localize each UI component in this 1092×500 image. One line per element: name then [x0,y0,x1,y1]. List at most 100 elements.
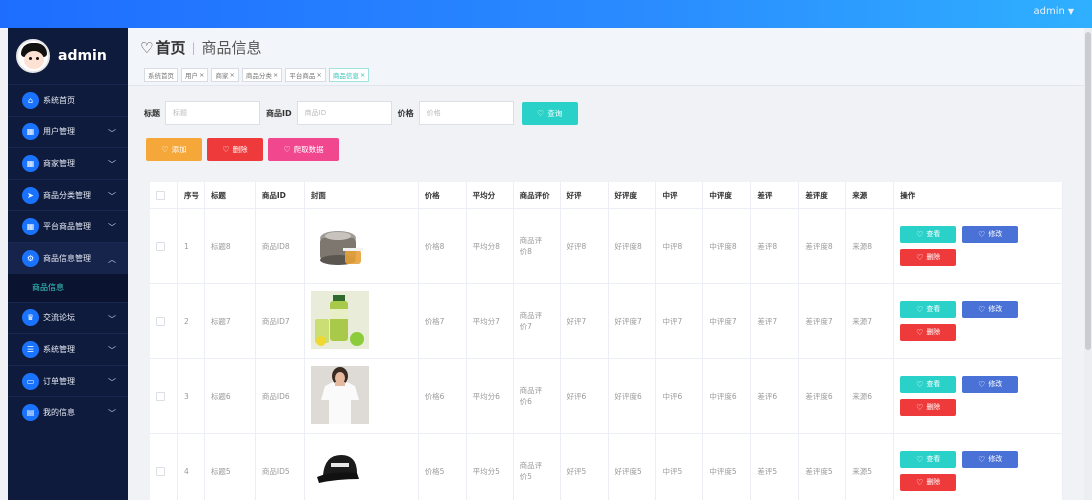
submenu-item-product-info[interactable]: 商品信息 [8,273,128,302]
cell-good: 好评6 [561,359,609,433]
cell-good-rate: 好评度8 [609,209,657,283]
row-checkbox[interactable] [156,241,165,251]
view-button[interactable]: ♡ 查看 [900,451,957,468]
sidebar-item[interactable]: ▦ 平台商品管理 ﹀ [8,210,128,242]
scrollbar-thumb[interactable] [1085,32,1091,350]
cell-bad: 差评8 [751,209,800,283]
delete-button[interactable]: ♡ 删除 [900,249,957,266]
column-header: 平均分 [467,182,514,208]
title-input[interactable]: 标题 [165,101,260,125]
sidebar-menu: ⌂ 系统首页 ▦ 用户管理 ﹀ ▦ 商家管理 ﹀ ➤ 商品分类管理 ﹀ ▦ 平台商品管理 ﹀ ⚙ 商品信息管理… [8,84,128,428]
delete-button[interactable]: ♡ 删除 [900,474,957,491]
column-header: 好评度 [609,182,657,208]
sidebar-item-label: 用户管理 [43,127,75,137]
row-actions: ♡ 查看 ♡ 修改 ♡ 删除 [894,284,1063,358]
cell-bad-rate: 差评度7 [799,284,847,358]
tag-label: 平台商品 [289,72,316,80]
close-icon[interactable]: × [229,71,234,79]
price-input[interactable]: 价格 [418,101,514,125]
tag-label: 商家 [215,72,229,80]
cover-image [310,440,369,500]
tag-item[interactable]: 平台商品 × [285,68,326,82]
close-icon[interactable]: × [273,71,278,79]
avatar [16,39,50,73]
heart-icon: ♡ [978,455,986,464]
table-row: 4 标题5 商品ID5 价格5 平均分5 商品评价5 好评5 好评度5 中评5 中评度5 差评5 差评… [150,434,1063,500]
heart-icon: ♡ [916,328,924,337]
edit-button[interactable]: ♡ 修改 [962,451,1019,468]
cell-source: 来源7 [846,284,895,358]
price-label: 价格 [397,108,414,118]
sidebar-item[interactable]: ▤ 我的信息 ﹀ [8,396,128,428]
product-id-input[interactable]: 商品ID [296,101,392,125]
row-checkbox[interactable] [156,316,165,326]
sidebar-item[interactable]: ▦ 商家管理 ﹀ [8,147,128,179]
view-button[interactable]: ♡ 查看 [900,376,957,393]
sidebar-item-label: 订单管理 [43,376,75,386]
tag-item[interactable]: 商品分类 × [241,68,283,82]
row-checkbox[interactable] [156,466,165,476]
user-menu[interactable]: admin ▼ [1034,6,1075,17]
view-button[interactable]: ♡ 查看 [900,301,957,318]
delete-button[interactable]: ♡ 删除 [900,399,957,416]
row-actions: ♡ 查看 ♡ 修改 ♡ 删除 [894,359,1063,433]
delete-button[interactable]: ♡ 删除 [900,324,957,341]
card-icon: ▤ [22,404,39,422]
column-header: 差评度 [799,182,847,208]
cell-pid: 商品ID6 [256,359,305,433]
close-icon[interactable]: × [199,71,204,79]
breadcrumb-home[interactable]: 首页 [155,37,185,58]
edit-label: 修改 [988,380,1003,388]
close-icon[interactable]: × [360,71,365,79]
sidebar-item[interactable]: ⌂ 系统首页 [8,84,128,116]
column-header: 好评 [561,182,609,208]
view-label: 查看 [926,230,941,238]
sidebar-item[interactable]: ▭ 订单管理 ﹀ [8,364,128,397]
tag-item[interactable]: 用户 × [181,68,209,82]
sidebar-item[interactable]: ⚙ 商品信息管理 ︿ [8,241,128,274]
cell-mid-rate: 中评度8 [703,209,752,283]
view-label: 查看 [926,455,941,463]
edit-button[interactable]: ♡ 修改 [962,376,1019,393]
main-content: ♡ 首页 | 商品信息 系统首页 用户 × 商家 × 商品分类 × 平台商品 × 商品信息 × 标题… [128,28,1092,500]
page-scrollbar[interactable] [1084,28,1092,500]
sidebar-item[interactable]: ☰ 系统管理 ﹀ [8,333,128,365]
heart-icon: ♡ [916,253,924,262]
sidebar-item[interactable]: ♛ 交流论坛 ﹀ [8,301,128,334]
query-button[interactable]: ♡ 查询 [521,101,578,125]
view-button[interactable]: ♡ 查看 [900,226,957,243]
heart-icon: ♡ [916,403,924,412]
page-header: ♡ 首页 | 商品信息 系统首页 用户 × 商家 × 商品分类 × 平台商品 × 商品信息 × [128,28,1092,86]
column-header: 封面 [305,182,419,208]
sidebar-item-label: 商家管理 [43,158,75,168]
view-label: 查看 [926,305,941,313]
chevron-down-icon: ﹀ [108,223,116,233]
sidebar-item[interactable]: ▦ 用户管理 ﹀ [8,115,128,148]
cell-review: 商品评价8 [514,209,561,283]
edit-button[interactable]: ♡ 修改 [962,301,1019,318]
delete-label: 删除 [926,478,941,486]
column-header: 价格 [419,182,467,208]
cell-avg: 平均分6 [467,359,514,433]
trophy-icon: ♛ [22,309,39,327]
edit-button[interactable]: ♡ 修改 [962,226,1019,243]
add-button[interactable]: ♡ 添加 [146,138,202,161]
row-checkbox[interactable] [156,391,165,401]
close-icon[interactable]: × [316,71,321,79]
tag-item[interactable]: 商品信息 × [328,68,370,82]
add-label: 添加 [171,145,187,154]
tags-view: 系统首页 用户 × 商家 × 商品分类 × 平台商品 × 商品信息 × [144,68,370,82]
column-header: 来源 [846,182,895,208]
select-all-checkbox[interactable] [156,190,165,200]
heart-icon: ♡ [916,305,924,314]
cell-title: 标题6 [205,359,256,433]
heart-icon: ♡ [916,455,924,464]
cell-price: 价格6 [419,359,467,433]
batch-delete-button[interactable]: ♡ 删除 [207,138,263,161]
tag-item[interactable]: 商家 × [211,68,239,82]
fetch-data-button[interactable]: ♡ 爬取数据 [268,138,339,161]
heart-icon: ♡ [978,380,986,389]
sidebar-item[interactable]: ➤ 商品分类管理 ﹀ [8,178,128,211]
breadcrumb-current: 商品信息 [201,39,262,57]
tag-item[interactable]: 系统首页 [144,68,178,82]
